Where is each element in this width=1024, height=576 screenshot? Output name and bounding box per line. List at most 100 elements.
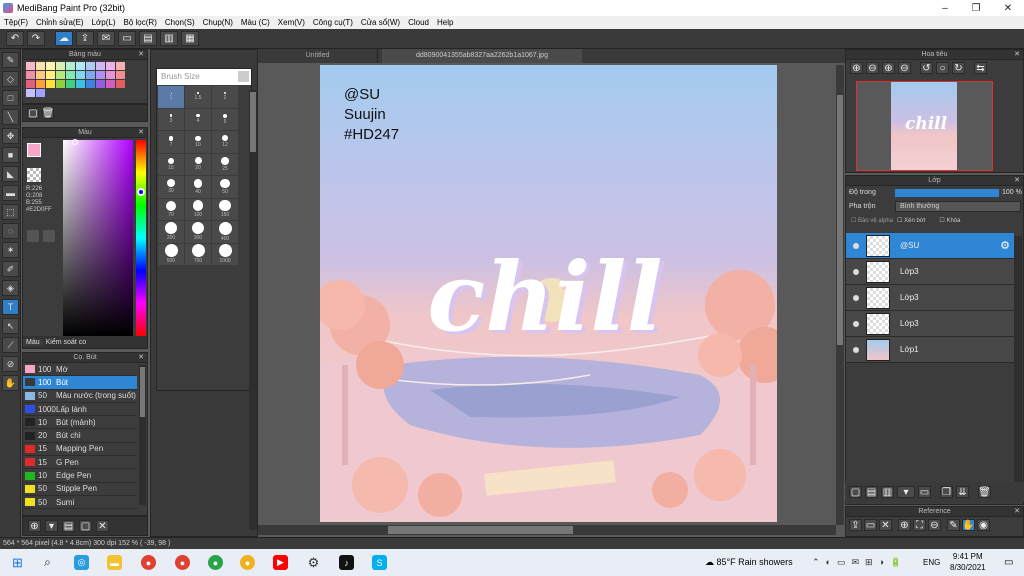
brush-size-cell[interactable]: 70 (158, 198, 184, 220)
rotate-left-icon[interactable]: ↺ (920, 62, 933, 74)
page-icon[interactable]: ▥ (160, 31, 178, 46)
duplicate-layer-icon[interactable]: ❐ (940, 486, 953, 498)
brush-tool-icon[interactable]: ✎ (2, 52, 19, 68)
brush-item[interactable]: 20 Bút chì (23, 429, 137, 443)
document-icon[interactable]: ▤ (139, 31, 157, 46)
brush-item[interactable]: 100 Bút (23, 376, 137, 390)
color-swatch[interactable] (106, 80, 115, 88)
tab-control[interactable]: Kiểm soát co (43, 339, 89, 346)
color-swatch[interactable] (26, 62, 35, 70)
redo-icon[interactable]: ↷ (27, 31, 45, 46)
rotate-right-icon[interactable]: ↻ (952, 62, 965, 74)
layer-row[interactable]: Lớp1 (846, 337, 1014, 363)
brush-size-cell[interactable]: 40 (185, 176, 211, 198)
eyedropper-icon[interactable]: ⊘ (2, 356, 19, 372)
color-swatch[interactable] (36, 80, 45, 88)
color-swatch[interactable] (116, 80, 125, 88)
brush-copy-icon[interactable]: ▤ (62, 520, 75, 532)
chrome-icon[interactable]: ● (141, 555, 156, 570)
artwork-canvas[interactable]: chill chill @SU Suujin #HD247 (320, 65, 777, 522)
divide-tool-icon[interactable]: ⟋ (2, 337, 19, 353)
settings-icon[interactable]: ⚙ (306, 555, 321, 570)
visibility-eye-icon[interactable] (853, 268, 859, 275)
color-swatch[interactable] (86, 80, 95, 88)
zoom-out-icon[interactable]: ⊖ (866, 62, 879, 74)
tab-untitled[interactable]: Untitled (258, 49, 378, 63)
color-swatch[interactable] (116, 62, 125, 70)
brush-size-cell[interactable]: 30 (158, 176, 184, 198)
brush-size-cell[interactable]: 150 (212, 198, 238, 220)
brush-item[interactable]: 50 Stipple Pen (23, 483, 137, 496)
menu-file[interactable]: Tệp(F) (0, 18, 32, 27)
color-swatch[interactable] (56, 71, 65, 79)
menu-select[interactable]: Chọn(S) (161, 18, 199, 27)
layer-row[interactable]: @SU ⚙ (846, 233, 1014, 259)
brush-size-cell[interactable]: 400 (212, 221, 238, 243)
color-wheel-icon[interactable] (27, 230, 39, 242)
brush-size-cell[interactable]: 500 (158, 243, 184, 265)
color-swatch[interactable] (26, 80, 35, 88)
color-swatch[interactable] (56, 80, 65, 88)
layer-folder-icon[interactable]: ▭ (918, 486, 931, 498)
color-swatch[interactable] (106, 62, 115, 70)
clock[interactable]: 9:41 PM 8/30/2021 (950, 551, 986, 573)
visibility-eye-icon[interactable] (853, 346, 859, 353)
ref-hand-icon[interactable]: ✋ (962, 519, 975, 531)
transparent-swatch[interactable] (27, 168, 41, 182)
menu-filter[interactable]: Bộ lọc(R) (120, 18, 161, 27)
rect-tool-icon[interactable]: □ (2, 90, 19, 106)
menu-edit[interactable]: Chỉnh sửa(E) (32, 18, 88, 27)
panel-close-icon[interactable]: ✕ (138, 353, 144, 363)
new-8bit-layer-icon[interactable]: ▥ (881, 486, 894, 498)
navigator-preview[interactable]: chill (856, 81, 993, 171)
eraser-tool-icon[interactable]: ◇ (2, 71, 19, 87)
ref-zoom-out-icon[interactable]: ⊖ (928, 519, 941, 531)
close-button[interactable]: ✕ (993, 0, 1023, 16)
brush-size-cell[interactable]: 25 (212, 153, 238, 175)
youtube-icon[interactable]: ▶ (273, 555, 288, 570)
menu-window[interactable]: Cửa sổ(W) (357, 18, 404, 27)
magic-wand-icon[interactable]: ✶ (2, 242, 19, 258)
lock-checkbox[interactable]: ☐ Khóa (939, 217, 960, 224)
skype-icon[interactable]: S (372, 555, 387, 570)
comment-icon[interactable]: ✉ (97, 31, 115, 46)
tiktok-icon[interactable]: ♪ (339, 555, 354, 570)
brush-size-cell[interactable]: 7 (158, 131, 184, 153)
color-settings-icon[interactable] (43, 230, 55, 242)
color-swatch[interactable] (56, 62, 65, 70)
color-swatch[interactable] (36, 89, 45, 97)
left-scrollbar[interactable] (249, 90, 257, 530)
text-tool-icon[interactable]: T (2, 299, 19, 315)
color-swatch[interactable] (66, 71, 75, 79)
color-swatch[interactable] (106, 71, 115, 79)
ref-zoom-in-icon[interactable]: ⊕ (898, 519, 911, 531)
dot-tool-icon[interactable]: ╲ (2, 109, 19, 125)
brush-size-cell[interactable]: 100 (185, 198, 211, 220)
layer-settings-icon[interactable]: ⚙ (1000, 239, 1010, 252)
color-swatch[interactable] (46, 71, 55, 79)
color-swatch[interactable] (66, 62, 75, 70)
grid-icon[interactable]: ▦ (181, 31, 199, 46)
cloud-icon[interactable]: ☁ (55, 31, 73, 46)
brush-size-cell[interactable]: 20 (185, 153, 211, 175)
brush-item[interactable]: 15 G Pen (23, 456, 137, 470)
new-halftone-layer-icon[interactable]: ▤ (865, 486, 878, 498)
start-icon[interactable]: ⊞ (10, 555, 25, 570)
ref-fit-icon[interactable]: ⛶ (913, 519, 926, 531)
opacity-slider[interactable] (895, 188, 999, 197)
canvas-v-scrollbar[interactable] (836, 65, 844, 525)
brush-size-cell[interactable]: 300 (185, 221, 211, 243)
brush-scrollbar[interactable] (139, 365, 146, 505)
layer-row[interactable]: Lớp3 (846, 311, 1014, 337)
fill-rect-icon[interactable]: ■ (2, 147, 19, 163)
color-swatch[interactable] (96, 71, 105, 79)
brush-size-cell[interactable]: 700 (185, 243, 211, 265)
zoom-in-2-icon[interactable]: ⊕ (882, 62, 895, 74)
panel-close-icon[interactable]: ✕ (1014, 507, 1020, 517)
search-icon[interactable]: ⌕ (40, 555, 55, 570)
saturation-value-picker[interactable] (63, 139, 133, 336)
monitor-icon[interactable]: ▭ (118, 31, 136, 46)
layer-row[interactable]: Lớp3 (846, 285, 1014, 311)
panel-close-icon[interactable]: ✕ (1014, 176, 1020, 186)
rotate-reset-icon[interactable]: ○ (936, 62, 949, 74)
